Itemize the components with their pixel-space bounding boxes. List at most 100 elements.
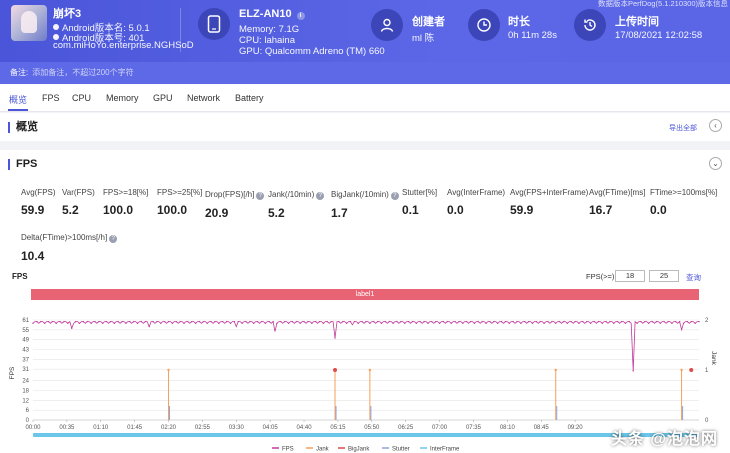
query-button[interactable]: 查询: [686, 272, 701, 283]
fps-point: [578, 322, 580, 324]
help-icon[interactable]: ?: [390, 192, 399, 200]
fps-point: [136, 322, 139, 324]
fps-point: [125, 322, 127, 324]
fps-point: [380, 322, 383, 324]
fps-point: [283, 320, 286, 323]
watermark: 头条 @泡泡网: [610, 431, 718, 448]
bigjank-point: [689, 368, 694, 372]
fps-point: [140, 320, 143, 323]
y2-tick-label: 0: [705, 418, 709, 424]
y-tick-label: 61: [22, 318, 29, 324]
x-tick-label: 07:00: [432, 425, 448, 431]
fps-point: [558, 320, 561, 323]
chart-title: FPS: [12, 272, 28, 281]
fps-point: [667, 320, 669, 323]
fps-point: [361, 320, 363, 323]
fps-point: [109, 320, 112, 323]
data-version: 数据版本PerfDog(5.1.210300)版本信息: [597, 0, 728, 8]
stat-item: Avg(InterFrame) 0.0: [447, 188, 505, 217]
fps-point: [601, 322, 603, 324]
fps-point: [384, 320, 387, 323]
stat-item: FPS>=25[%] 100.0: [157, 188, 202, 217]
help-icon[interactable]: ?: [316, 192, 325, 200]
fps-point: [369, 322, 371, 324]
y-axis-label: FPS: [9, 366, 16, 379]
fps-point: [516, 320, 518, 323]
y-tick-label: 55: [22, 328, 29, 334]
fps-point: [206, 322, 208, 324]
fps-point: [651, 320, 654, 323]
help-icon[interactable]: i: [296, 12, 305, 20]
fps-point: [400, 320, 402, 323]
export-all-link[interactable]: 导出全部: [669, 123, 697, 133]
x-tick-label: 08:10: [500, 425, 516, 431]
fps-point: [438, 322, 441, 324]
fps-point: [415, 322, 418, 324]
fps-threshold-input-2[interactable]: 25: [649, 270, 679, 282]
stat-value: 0.0: [447, 203, 464, 217]
creator-label: 创建者: [412, 16, 445, 28]
fps-threshold-input-1[interactable]: 18: [615, 270, 645, 282]
stat-value: 1.7: [331, 206, 348, 220]
fps-point: [589, 322, 592, 324]
fps-point: [678, 320, 681, 323]
stat-item: FTime>=100ms[%] 0.0: [650, 188, 717, 217]
fps-point: [322, 322, 325, 324]
stat-label: FPS>=25[%]: [157, 188, 203, 197]
fps-point: [512, 320, 514, 323]
x-tick-label: 01:10: [93, 425, 109, 431]
stat-value: 5.2: [268, 206, 285, 220]
fps-point: [241, 322, 243, 324]
tab-gpu[interactable]: GPU: [153, 93, 173, 103]
fps-point: [644, 320, 646, 323]
y-tick-label: 49: [22, 338, 29, 344]
tab-battery[interactable]: Battery: [235, 93, 264, 103]
fps-point: [376, 320, 379, 323]
fps-point: [365, 320, 367, 323]
fps-point: [167, 320, 170, 323]
fps-point: [171, 322, 174, 324]
help-icon[interactable]: ?: [256, 192, 265, 200]
stat-value: 0.0: [650, 203, 667, 217]
package-name: com.miHoYo.enterprise.NGHSoD: [53, 40, 194, 51]
fps-point: [101, 322, 104, 324]
help-icon[interactable]: ?: [109, 235, 118, 243]
x-tick-label: 04:05: [263, 425, 279, 431]
chevron-left-icon[interactable]: ‹: [709, 119, 722, 132]
notes-input[interactable]: 添加备注，不超过200个字符: [32, 68, 133, 77]
fps-point: [450, 322, 452, 324]
fps-point: [353, 320, 356, 323]
fps-point: [253, 322, 255, 324]
stat-label: Jank(/10min): [268, 190, 315, 199]
fps-point: [63, 320, 65, 323]
x-tick-label: 02:20: [161, 425, 177, 431]
jank-point: [167, 368, 170, 372]
device-model-text: ELZ-AN10: [239, 8, 292, 20]
fps-point: [187, 320, 189, 323]
overview-title: 概览: [8, 122, 38, 133]
y-tick-label: 18: [22, 388, 29, 394]
fps-point: [175, 320, 177, 323]
tab-overview[interactable]: 概览: [7, 93, 29, 111]
fps-point: [551, 320, 553, 323]
chevron-down-icon[interactable]: ⌄: [709, 157, 722, 170]
fps-point: [469, 320, 472, 323]
device-model: ELZ-AN10 i: [239, 8, 305, 20]
tab-memory[interactable]: Memory: [106, 93, 139, 103]
fps-point: [36, 320, 38, 323]
fps-point: [628, 320, 631, 323]
x-tick-label: 00:35: [59, 425, 75, 431]
tab-network[interactable]: Network: [187, 93, 220, 103]
fps-point: [129, 320, 131, 323]
jank-point: [368, 368, 372, 372]
stat-label: Avg(FTime)[ms]: [589, 188, 646, 197]
tab-cpu[interactable]: CPU: [72, 93, 91, 103]
notes-label: 备注:: [10, 68, 29, 77]
stat-value: 20.9: [205, 206, 229, 220]
fps-point: [682, 322, 685, 324]
fps-point: [462, 322, 464, 324]
tab-fps[interactable]: FPS: [42, 93, 60, 103]
fps-point: [539, 320, 541, 323]
fps-point: [574, 320, 576, 323]
stat-value: 0.1: [402, 203, 419, 217]
